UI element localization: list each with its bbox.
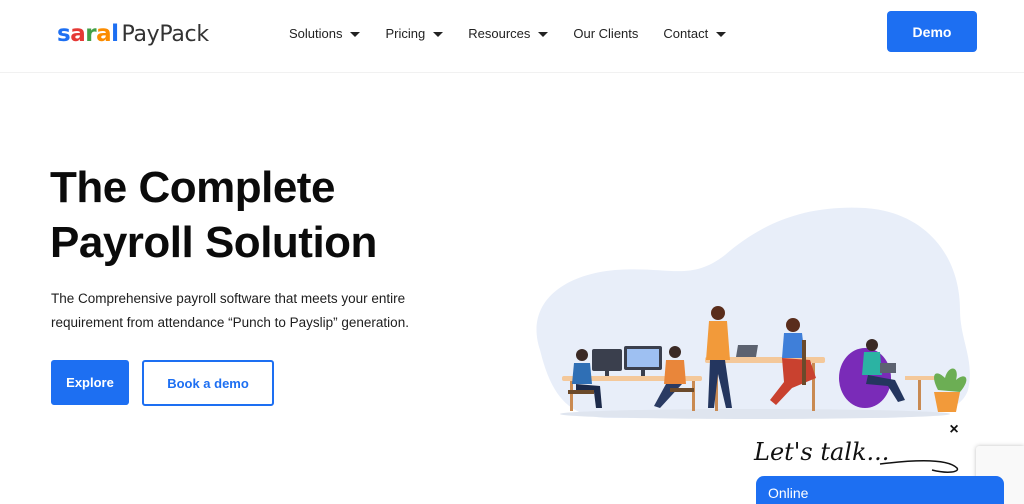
- desk-leg: [692, 381, 695, 411]
- main-nav: Solutions Pricing Resources Our Clients …: [289, 26, 727, 41]
- chat-online-bar[interactable]: Online: [756, 476, 1004, 504]
- side-table: [905, 376, 935, 380]
- nav-item-label: Pricing: [385, 26, 426, 41]
- office-team-illustration: [536, 207, 970, 419]
- hero-title-line-1: The Complete: [50, 163, 335, 212]
- chair: [670, 388, 694, 392]
- saral-paypack-logo[interactable]: saral PayPack: [57, 21, 209, 47]
- person-head: [576, 349, 588, 361]
- logo-letter: a: [70, 21, 86, 47]
- monitor-screen: [627, 349, 659, 367]
- nav-item-pricing[interactable]: Pricing: [385, 26, 444, 41]
- person-body: [782, 333, 805, 358]
- monitor-left: [592, 349, 622, 371]
- nav-item-solutions[interactable]: Solutions: [289, 26, 361, 41]
- book-a-demo-button[interactable]: Book a demo: [142, 360, 274, 406]
- logo-letter: r: [85, 21, 97, 47]
- nav-item-contact[interactable]: Contact: [663, 26, 727, 41]
- nav-item-our-clients[interactable]: Our Clients: [573, 26, 638, 41]
- logo-letter: s: [57, 21, 71, 47]
- logo-letter: a: [96, 21, 112, 47]
- hero-title: The Complete Payroll Solution: [50, 160, 377, 270]
- plant-pot: [934, 392, 960, 412]
- caret-down-icon: [433, 32, 444, 37]
- nav-item-label: Our Clients: [573, 26, 639, 41]
- nav-item-resources[interactable]: Resources: [468, 26, 549, 41]
- person-head: [866, 339, 878, 351]
- lets-talk-text: Let's talk...: [753, 438, 889, 466]
- lets-talk-swoosh: [879, 460, 959, 473]
- person-body: [862, 352, 882, 375]
- nav-item-label: Solutions: [289, 26, 343, 41]
- table-leg: [918, 380, 921, 410]
- person-body: [572, 363, 592, 384]
- lets-talk-greeting: Let's talk...: [753, 438, 959, 473]
- caret-down-icon: [350, 32, 361, 37]
- person-body: [664, 360, 686, 384]
- logo-saral-wordmark: saral: [57, 21, 119, 47]
- monitor-stand: [641, 370, 645, 376]
- demo-button[interactable]: Demo: [887, 11, 977, 52]
- site-header: saral PayPack Solutions Pricing Resource…: [0, 0, 1024, 73]
- person-head: [669, 346, 681, 358]
- illustration-blob: [536, 207, 970, 418]
- nav-item-label: Contact: [663, 26, 709, 41]
- chat-status: Online: [768, 485, 809, 501]
- laptop: [736, 345, 758, 357]
- hero-description: The Comprehensive payroll software that …: [51, 291, 409, 330]
- floor-shadow: [560, 409, 950, 419]
- logo-product-name: PayPack: [121, 22, 210, 47]
- monitor-stand: [605, 371, 609, 376]
- hero-title-line-2: Payroll Solution: [50, 218, 377, 267]
- desk-leg: [570, 381, 573, 411]
- person-body: [706, 321, 730, 360]
- caret-down-icon: [538, 32, 549, 37]
- chair: [568, 390, 594, 394]
- logo-letter: l: [111, 21, 119, 47]
- person-head: [711, 306, 725, 320]
- laptop: [880, 363, 896, 373]
- caret-down-icon: [716, 32, 727, 37]
- nav-item-label: Resources: [468, 26, 531, 41]
- person-head: [786, 318, 800, 332]
- explore-button[interactable]: Explore: [51, 360, 129, 405]
- chair: [802, 340, 806, 385]
